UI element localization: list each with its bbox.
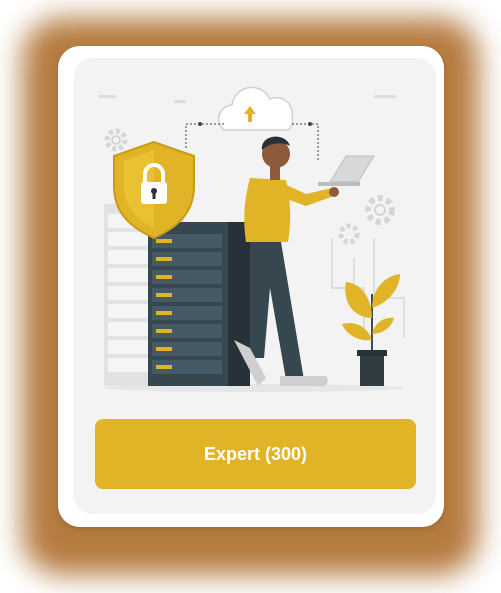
security-illustration	[98, 86, 405, 392]
plant-icon	[342, 274, 400, 386]
laptop-icon	[318, 155, 375, 186]
expert-level-button[interactable]: Expert (300)	[95, 419, 416, 489]
server-dark	[148, 222, 250, 386]
gear-icon-small	[338, 223, 360, 245]
cloud-upload-icon	[217, 86, 294, 131]
